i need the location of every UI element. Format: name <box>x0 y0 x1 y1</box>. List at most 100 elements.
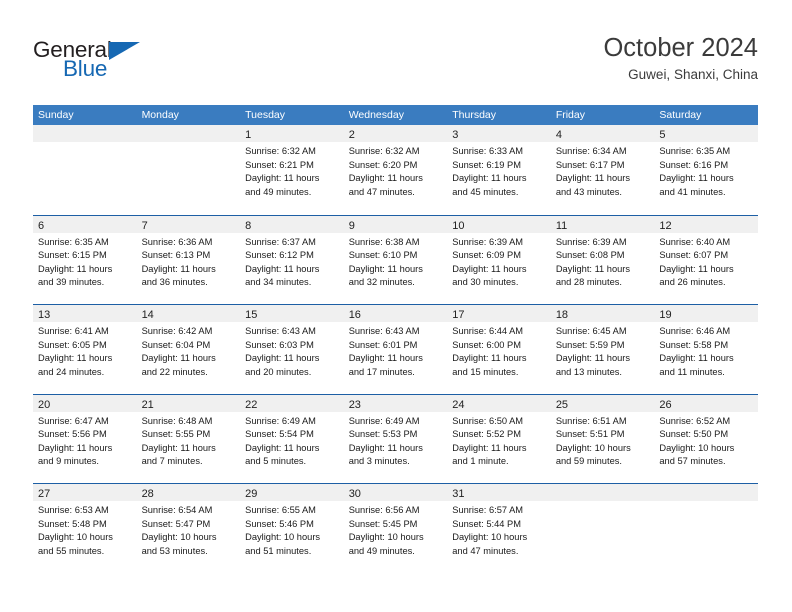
sunrise-text: Sunrise: 6:48 AM <box>141 415 213 426</box>
calendar-day-cell[interactable]: 22 Sunrise: 6:49 AM Sunset: 5:54 PM Dayligh… <box>240 394 344 483</box>
day-number: 23 <box>348 398 361 411</box>
day-number: 11 <box>555 219 568 232</box>
calendar-day-cell[interactable]: 5 Sunrise: 6:35 AM Sunset: 6:16 PM Daylight… <box>654 125 758 213</box>
sunset-text: Sunset: 5:52 PM <box>452 429 521 440</box>
calendar-day-cell[interactable]: 9 Sunrise: 6:38 AM Sunset: 6:10 PM Daylight… <box>343 215 448 304</box>
calendar-day-cell[interactable]: 10 Sunrise: 6:39 AM Sunset: 6:09 PM Dayligh… <box>447 215 551 304</box>
day-number-band <box>136 125 241 142</box>
calendar-day-cell[interactable]: 12 Sunrise: 6:40 AM Sunset: 6:07 PM Dayligh… <box>654 215 758 304</box>
day-number: 13 <box>38 309 51 322</box>
day-number-band: 23 <box>343 394 448 412</box>
day-number: 30 <box>348 488 361 501</box>
daylight-text-cont: and 36 minutes. <box>141 277 208 288</box>
calendar-day-cell[interactable]: 27 Sunrise: 6:53 AM Sunset: 5:48 PM Dayligh… <box>33 484 137 573</box>
daylight-text: Daylight: 11 hours <box>452 442 527 453</box>
sunset-text: Sunset: 5:51 PM <box>555 429 625 440</box>
day-number-band: 9 <box>343 215 448 233</box>
calendar-day-cell[interactable]: 28 Sunrise: 6:54 AM Sunset: 5:47 PM Dayligh… <box>136 484 241 573</box>
day-details: Sunrise: 6:56 AM Sunset: 5:45 PM Daylight:… <box>344 501 448 558</box>
sunset-text: Sunset: 6:00 PM <box>452 339 521 350</box>
sunrise-text: Sunrise: 6:57 AM <box>452 505 524 516</box>
daylight-text-cont: and 9 minutes. <box>38 456 99 467</box>
sunset-text: Sunset: 6:04 PM <box>141 339 211 350</box>
calendar-day-cell[interactable]: 24 Sunrise: 6:50 AM Sunset: 5:52 PM Dayligh… <box>447 394 551 483</box>
day-details: Sunrise: 6:35 AM Sunset: 6:15 PM Daylight:… <box>33 233 137 290</box>
sunrise-text: Sunrise: 6:35 AM <box>38 236 109 247</box>
daylight-text-cont: and 15 minutes. <box>452 366 519 377</box>
sunset-text: Sunset: 5:48 PM <box>38 518 107 529</box>
sunset-text: Sunset: 5:47 PM <box>141 518 211 529</box>
calendar-day-cell[interactable]: 8 Sunrise: 6:37 AM Sunset: 6:12 PM Daylight… <box>240 215 344 304</box>
day-details: Sunrise: 6:39 AM Sunset: 6:08 PM Daylight:… <box>551 233 655 290</box>
calendar-day-cell-empty <box>136 125 241 213</box>
daylight-text-cont: and 30 minutes. <box>452 277 519 288</box>
calendar-day-cell[interactable]: 23 Sunrise: 6:49 AM Sunset: 5:53 PM Dayligh… <box>343 394 448 483</box>
daylight-text-cont: and 49 minutes. <box>348 545 415 556</box>
page-title: October 2024 <box>603 34 758 62</box>
daylight-text-cont: and 11 minutes. <box>659 366 725 377</box>
day-number-band: 30 <box>343 484 448 502</box>
sunrise-text: Sunrise: 6:45 AM <box>555 326 627 337</box>
calendar-day-cell[interactable]: 4 Sunrise: 6:34 AM Sunset: 6:17 PM Daylight… <box>550 125 655 213</box>
calendar-day-cell-empty <box>33 125 137 213</box>
day-number: 24 <box>452 398 465 411</box>
triangle-icon <box>109 42 140 60</box>
calendar-day-cell[interactable]: 16 Sunrise: 6:43 AM Sunset: 6:01 PM Dayligh… <box>343 305 448 394</box>
calendar-day-cell[interactable]: 31 Sunrise: 6:57 AM Sunset: 5:44 PM Dayligh… <box>447 484 551 573</box>
calendar-day-cell[interactable]: 2 Sunrise: 6:32 AM Sunset: 6:20 PM Daylight… <box>343 125 448 213</box>
daylight-text-cont: and 7 minutes. <box>141 456 203 467</box>
calendar-day-cell[interactable]: 6 Sunrise: 6:35 AM Sunset: 6:15 PM Daylight… <box>33 215 137 304</box>
daylight-text-cont: and 13 minutes. <box>555 366 622 377</box>
day-details: Sunrise: 6:36 AM Sunset: 6:13 PM Daylight:… <box>137 233 241 290</box>
calendar-day-cell[interactable]: 13 Sunrise: 6:41 AM Sunset: 6:05 PM Dayligh… <box>33 305 137 394</box>
calendar-day-cell[interactable]: 25 Sunrise: 6:51 AM Sunset: 5:51 PM Dayligh… <box>550 394 655 483</box>
calendar-day-cell[interactable]: 19 Sunrise: 6:46 AM Sunset: 5:58 PM Dayligh… <box>654 305 758 394</box>
daylight-text-cont: and 17 minutes. <box>348 366 415 377</box>
title-block: October 2024 Guwei, Shanxi, China <box>603 32 758 84</box>
calendar-day-cell[interactable]: 15 Sunrise: 6:43 AM Sunset: 6:03 PM Dayligh… <box>240 305 344 394</box>
sunrise-text: Sunrise: 6:43 AM <box>245 326 316 337</box>
daylight-text-cont: and 45 minutes. <box>452 186 519 197</box>
calendar-day-cell[interactable]: 21 Sunrise: 6:48 AM Sunset: 5:55 PM Dayligh… <box>136 394 241 483</box>
calendar-day-cell[interactable]: 26 Sunrise: 6:52 AM Sunset: 5:50 PM Dayligh… <box>654 394 758 483</box>
weekday-header-sunday: Sunday <box>38 109 74 121</box>
page-subtitle: Guwei, Shanxi, China <box>628 67 758 82</box>
day-number: 7 <box>141 219 148 232</box>
calendar-day-cell[interactable]: 30 Sunrise: 6:56 AM Sunset: 5:45 PM Dayligh… <box>343 484 448 573</box>
weekday-header-wednesday: Wednesday <box>348 109 404 121</box>
daylight-text-cont: and 59 minutes. <box>555 456 622 467</box>
calendar-day-cell[interactable]: 1 Sunrise: 6:32 AM Sunset: 6:21 PM Daylight… <box>240 125 344 213</box>
general-blue-logo[interactable]: General Blue <box>33 38 233 86</box>
day-number-band: 26 <box>654 394 758 412</box>
calendar-day-cell[interactable]: 29 Sunrise: 6:55 AM Sunset: 5:46 PM Dayligh… <box>240 484 344 573</box>
day-details: Sunrise: 6:32 AM Sunset: 6:21 PM Daylight:… <box>240 142 344 199</box>
sunrise-text: Sunrise: 6:56 AM <box>348 505 420 516</box>
day-details: Sunrise: 6:32 AM Sunset: 6:20 PM Daylight:… <box>344 142 448 199</box>
day-number-band: 13 <box>33 305 137 323</box>
calendar-day-cell[interactable]: 18 Sunrise: 6:45 AM Sunset: 5:59 PM Dayligh… <box>550 305 655 394</box>
calendar-day-cell[interactable]: 3 Sunrise: 6:33 AM Sunset: 6:19 PM Daylight… <box>447 125 551 213</box>
sunset-text: Sunset: 5:45 PM <box>348 518 418 529</box>
day-number: 31 <box>452 488 465 501</box>
weekday-header-friday: Friday <box>555 109 585 121</box>
sunrise-text: Sunrise: 6:44 AM <box>452 326 524 337</box>
day-number: 17 <box>452 309 465 322</box>
day-number-band: 2 <box>343 125 448 142</box>
daylight-text: Daylight: 10 hours <box>452 532 528 543</box>
daylight-text: Daylight: 11 hours <box>348 263 423 274</box>
calendar-day-cell[interactable]: 17 Sunrise: 6:44 AM Sunset: 6:00 PM Dayligh… <box>447 305 551 394</box>
day-number-band: 5 <box>654 125 758 142</box>
sunset-text: Sunset: 6:03 PM <box>245 339 314 350</box>
day-details: Sunrise: 6:40 AM Sunset: 6:07 PM Daylight:… <box>654 233 758 290</box>
day-details: Sunrise: 6:44 AM Sunset: 6:00 PM Daylight:… <box>447 322 551 379</box>
calendar-day-cell[interactable]: 20 Sunrise: 6:47 AM Sunset: 5:56 PM Dayligh… <box>33 394 137 483</box>
sunrise-text: Sunrise: 6:49 AM <box>348 415 420 426</box>
day-number-band: 28 <box>136 484 241 502</box>
day-number: 8 <box>245 219 252 232</box>
calendar-day-cell[interactable]: 14 Sunrise: 6:42 AM Sunset: 6:04 PM Dayligh… <box>136 305 241 394</box>
sunset-text: Sunset: 6:05 PM <box>38 339 107 350</box>
sunrise-text: Sunrise: 6:47 AM <box>38 415 109 426</box>
calendar-day-cell[interactable]: 11 Sunrise: 6:39 AM Sunset: 6:08 PM Dayligh… <box>550 215 655 304</box>
calendar-day-cell[interactable]: 7 Sunrise: 6:36 AM Sunset: 6:13 PM Daylight… <box>136 215 241 304</box>
weekday-header-row: Sunday Monday Tuesday Wednesday Thursday… <box>33 105 758 125</box>
